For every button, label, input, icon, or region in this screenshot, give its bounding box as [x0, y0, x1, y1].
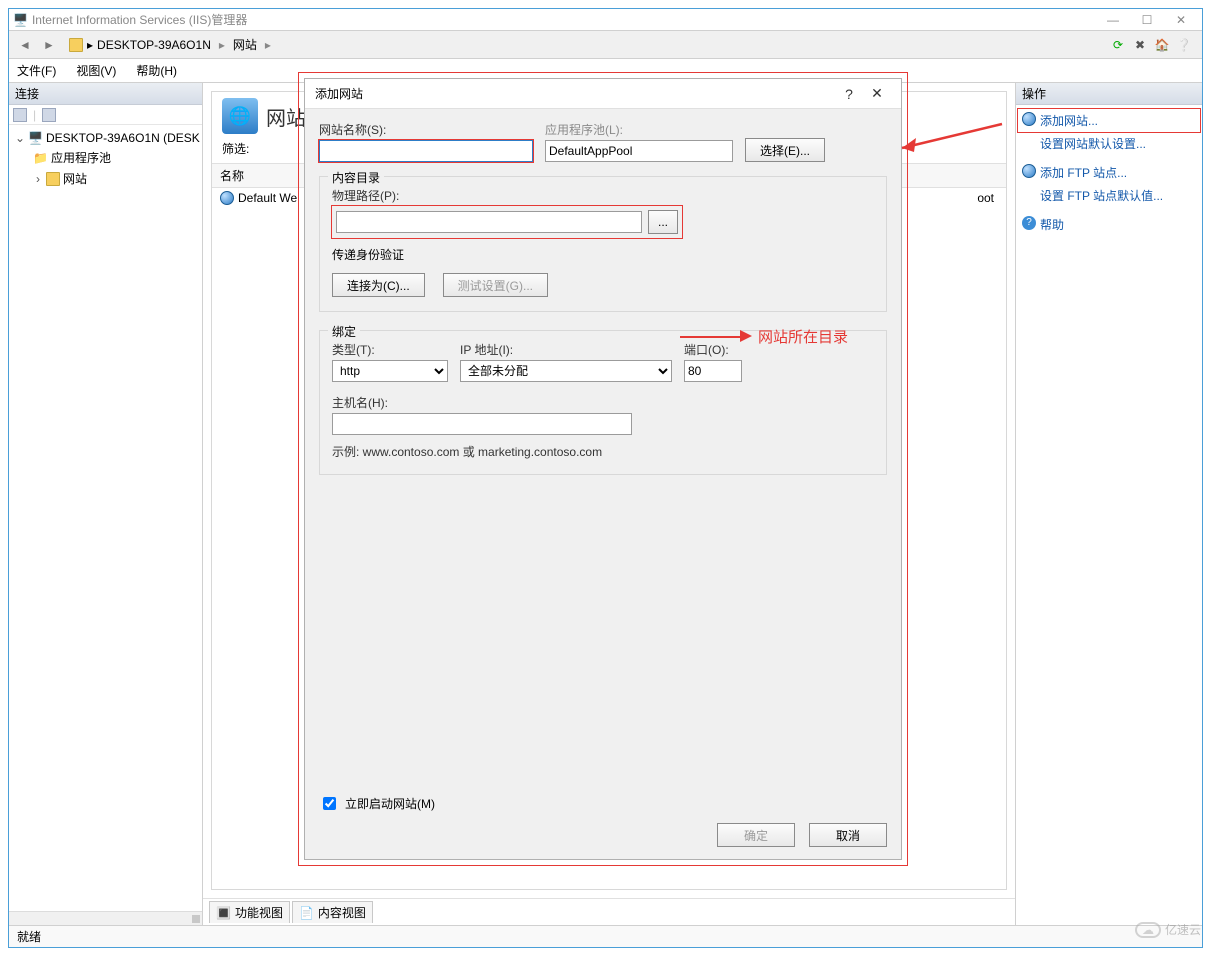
action-add-website[interactable]: 添加网站... [1018, 109, 1200, 132]
ip-select[interactable]: 全部未分配 [460, 360, 672, 382]
connections-header: 连接 [9, 83, 202, 105]
connect-icon[interactable] [13, 108, 27, 122]
physical-path-input[interactable] [336, 211, 642, 233]
breadcrumb-host[interactable]: DESKTOP-39A6O1N [97, 38, 211, 52]
home-icon[interactable]: 🏠 [1152, 35, 1172, 55]
close-button[interactable]: ✕ [1164, 10, 1198, 30]
globe-icon [1022, 112, 1036, 126]
tab-content-view[interactable]: 📄内容视图 [292, 901, 373, 923]
ip-label: IP 地址(I): [460, 341, 672, 358]
tree-node-server[interactable]: ⌄🖥️ DESKTOP-39A6O1N (DESK [11, 129, 200, 147]
add-website-dialog: 添加网站 ? ✕ 网站名称(S): 应用程序池(L): 选择(E)... 内容目… [304, 78, 902, 860]
content-group-label: 内容目录 [328, 169, 384, 186]
dialog-close-button[interactable]: ✕ [863, 85, 891, 102]
port-label: 端口(O): [684, 341, 742, 358]
action-set-ftp-defaults[interactable]: 设置 FTP 站点默认值... [1018, 184, 1200, 207]
port-input[interactable] [684, 360, 742, 382]
watermark: 亿速云 [1135, 921, 1201, 938]
annotation-arrow [680, 336, 740, 338]
actions-panel: 操作 添加网站... 设置网站默认设置... 添加 FTP 站点... 设置 F… [1016, 83, 1202, 925]
menu-view[interactable]: 视图(V) [76, 62, 116, 79]
connections-panel: 连接 | ⌄🖥️ DESKTOP-39A6O1N (DESK 📁应用程序池 › … [9, 83, 203, 925]
folder-icon [69, 38, 83, 52]
back-button[interactable]: ◄ [13, 35, 37, 55]
dialog-title: 添加网站 [315, 85, 835, 102]
save-icon[interactable] [42, 108, 56, 122]
passthrough-label: 传递身份验证 [332, 246, 874, 263]
window-title: Internet Information Services (IIS)管理器 [32, 11, 1096, 28]
dialog-help-button[interactable]: ? [835, 86, 863, 102]
tree-apppools-label: 应用程序池 [51, 149, 111, 166]
forward-button[interactable]: ► [37, 35, 61, 55]
nav-toolbar: ◄ ► ▸ DESKTOP-39A6O1N ▸ 网站 ▸ ⟳ ✖ 🏠 ❔ [9, 31, 1202, 59]
stop-icon[interactable]: ✖ [1130, 35, 1150, 55]
iis-icon: 🖥️ [13, 13, 28, 27]
refresh-icon[interactable]: ⟳ [1108, 35, 1128, 55]
connect-as-button[interactable]: 连接为(C)... [332, 273, 425, 297]
hostname-label: 主机名(H): [332, 394, 632, 411]
app-pool-input [545, 140, 733, 162]
hostname-example: 示例: www.contoso.com 或 marketing.contoso.… [332, 443, 874, 460]
scrollbar-horizontal[interactable] [9, 911, 202, 925]
test-settings-button: 测试设置(G)... [443, 273, 548, 297]
tree-node-sites[interactable]: › 网站 [11, 168, 200, 189]
globe-icon [1022, 164, 1036, 178]
minimize-button[interactable]: — [1096, 10, 1130, 30]
site-name-label: 网站名称(S): [319, 121, 533, 138]
titlebar: 🖥️ Internet Information Services (IIS)管理… [9, 9, 1202, 31]
status-text: 就绪 [17, 928, 41, 945]
folder-icon [46, 172, 60, 186]
type-select[interactable]: http [332, 360, 448, 382]
connections-toolbar: | [9, 105, 202, 125]
browse-button[interactable]: ... [648, 210, 678, 234]
tree-server-label: DESKTOP-39A6O1N (DESK [46, 131, 200, 145]
type-label: 类型(T): [332, 341, 448, 358]
help-icon[interactable]: ❔ [1174, 35, 1194, 55]
arrowhead-icon [740, 330, 752, 342]
dialog-titlebar: 添加网站 ? ✕ [305, 79, 901, 109]
breadcrumb[interactable]: ▸ DESKTOP-39A6O1N ▸ 网站 ▸ [69, 36, 1108, 53]
cloud-icon [1135, 922, 1161, 938]
annotation-arrow-add-site [902, 118, 1012, 158]
start-website-checkbox[interactable] [323, 797, 336, 810]
cancel-button[interactable]: 取消 [809, 823, 887, 847]
tab-features-view[interactable]: 🔳功能视图 [209, 901, 290, 923]
binding-group-label: 绑定 [328, 323, 360, 340]
maximize-button[interactable]: ☐ [1130, 10, 1164, 30]
hostname-input[interactable] [332, 413, 632, 435]
site-name-input[interactable] [319, 140, 533, 162]
physical-path-label: 物理路径(P): [332, 187, 874, 204]
filter-label: 筛选: [222, 140, 249, 157]
action-help[interactable]: ? 帮助 [1018, 213, 1200, 236]
actions-header: 操作 [1016, 83, 1202, 105]
globe-icon [220, 191, 234, 205]
action-set-site-defaults[interactable]: 设置网站默认设置... [1018, 132, 1200, 155]
tree-node-apppools[interactable]: 📁应用程序池 [11, 147, 200, 168]
app-pool-label: 应用程序池(L): [545, 121, 733, 138]
site-name: Default We [238, 191, 297, 205]
breadcrumb-sites[interactable]: 网站 [233, 36, 257, 53]
tree-sites-label: 网站 [63, 170, 87, 187]
site-path-suffix: oot [977, 191, 994, 205]
ok-button: 确定 [717, 823, 795, 847]
connections-tree[interactable]: ⌄🖥️ DESKTOP-39A6O1N (DESK 📁应用程序池 › 网站 [9, 125, 202, 911]
action-add-ftp-site[interactable]: 添加 FTP 站点... [1018, 161, 1200, 184]
sites-icon: 🌐 [222, 98, 258, 134]
annotation-physical-path: 网站所在目录 [758, 326, 848, 347]
select-app-pool-button[interactable]: 选择(E)... [745, 138, 825, 162]
status-bar: 就绪 [9, 925, 1202, 947]
page-title: 网站 [266, 102, 306, 131]
view-tabs: 🔳功能视图 📄内容视图 [203, 898, 1015, 925]
menu-file[interactable]: 文件(F) [17, 62, 56, 79]
menu-help[interactable]: 帮助(H) [136, 62, 177, 79]
start-website-label: 立即启动网站(M) [345, 795, 435, 812]
help-icon: ? [1022, 216, 1036, 230]
